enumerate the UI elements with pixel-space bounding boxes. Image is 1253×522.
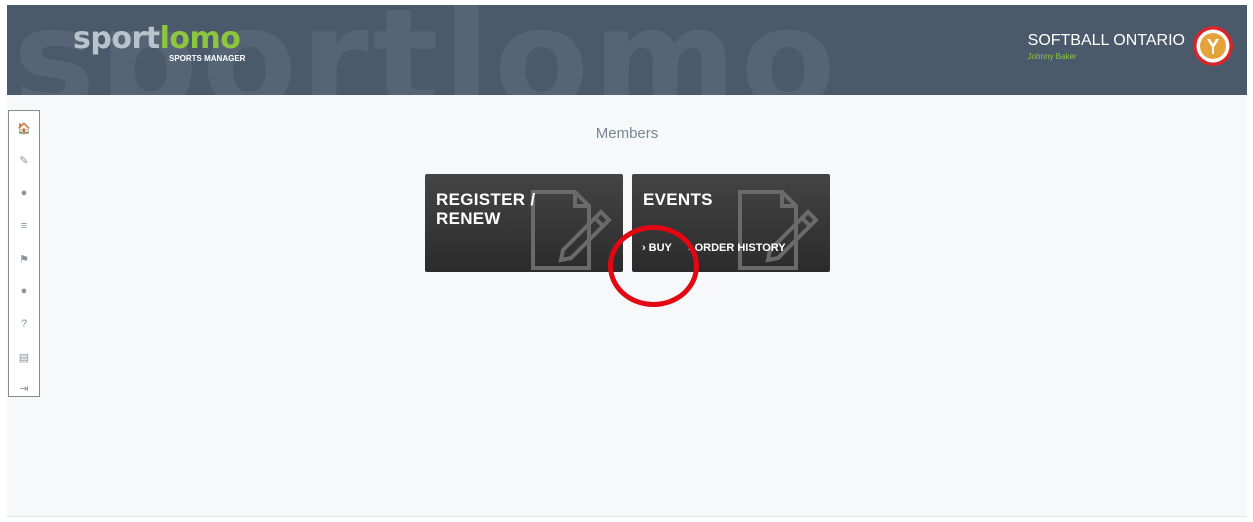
tile-title-line1: REGISTER /	[436, 190, 536, 209]
user-account-icon[interactable]: ●	[9, 280, 39, 302]
page-title: Members	[595, 125, 659, 142]
order-history-label: ORDER HISTORY	[694, 242, 786, 254]
flag-icon[interactable]: ⚑	[9, 248, 39, 270]
logo-wordmark-part2: lomo	[159, 21, 241, 56]
softball-ontario-logo-icon[interactable]	[1192, 25, 1234, 67]
sidebar-nav: 🏠 ✎ ● ≡ ⚑ ● ? ▤ ⇥	[8, 110, 40, 397]
tile-title-line2: RENEW	[436, 209, 501, 228]
app-header: sportlomo sportlomo SPORTS MANAGER SOFTB…	[7, 5, 1247, 95]
events-tile[interactable]: EVENTS › BUY › ORDER HISTORY	[632, 174, 830, 272]
tile-title: EVENTS	[643, 190, 713, 209]
buy-link[interactable]: › BUY	[642, 242, 672, 254]
book-icon[interactable]: ▤	[9, 346, 39, 368]
edit-icon[interactable]: ✎	[9, 149, 39, 171]
logo-subtitle: SPORTS MANAGER	[169, 54, 246, 63]
tile-links: › BUY › ORDER HISTORY	[642, 242, 786, 254]
org-name: SOFTBALL ONTARIO	[1027, 32, 1185, 49]
logo-wordmark: sportlomo	[73, 21, 241, 56]
user-name[interactable]: Johnny Baker	[1028, 52, 1185, 61]
document-edit-icon	[738, 190, 819, 270]
page: sportlomo sportlomo SPORTS MANAGER SOFTB…	[7, 5, 1247, 517]
tile-title: REGISTER / RENEW	[436, 190, 535, 228]
logo-wordmark-part1: sport	[73, 21, 160, 56]
chevron-right-icon: ›	[687, 242, 692, 254]
chevron-right-icon: ›	[642, 242, 646, 254]
org-info: SOFTBALL ONTARIO Johnny Baker	[1028, 32, 1185, 61]
list-icon[interactable]: ≡	[9, 215, 39, 237]
sportlomo-logo[interactable]: sportlomo SPORTS MANAGER	[73, 21, 245, 64]
logout-icon[interactable]: ⇥	[9, 377, 39, 399]
document-edit-icon	[531, 190, 612, 270]
buy-label: BUY	[648, 242, 672, 254]
help-icon[interactable]: ?	[9, 313, 39, 335]
user-icon[interactable]: ●	[9, 182, 39, 204]
register-renew-tile[interactable]: REGISTER / RENEW	[425, 174, 623, 272]
order-history-link[interactable]: › ORDER HISTORY	[688, 242, 786, 254]
